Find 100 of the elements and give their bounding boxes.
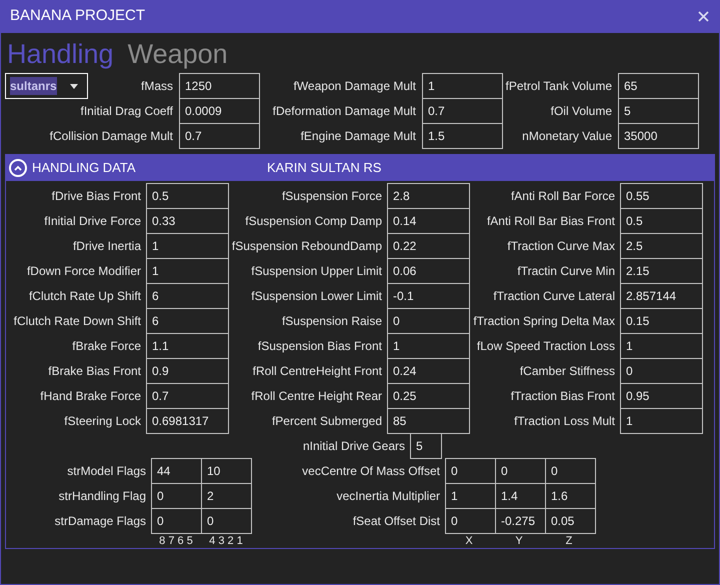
input-field[interactable]: 1.1 — [146, 333, 229, 359]
axis-label: Y — [515, 534, 523, 548]
input-field[interactable]: 0.7 — [179, 123, 260, 149]
input-field[interactable]: 0.6981317 — [146, 408, 229, 434]
field-label: fSuspension Force — [282, 188, 382, 205]
input-field[interactable]: 2.857144 — [620, 283, 703, 309]
field-label: fSuspension Comp Damp — [245, 213, 382, 230]
input-field[interactable]: 0 — [620, 358, 703, 384]
input-field[interactable]: 0.06 — [387, 258, 470, 284]
input-field[interactable]: 1 — [620, 333, 703, 359]
dropdown-arrow-icon — [70, 84, 78, 88]
input-field[interactable]: 85 — [387, 408, 470, 434]
input-field[interactable]: 0 — [201, 508, 252, 534]
input-field[interactable]: 0.24 — [387, 358, 470, 384]
field-label: fSteering Lock — [64, 413, 141, 430]
input-field[interactable]: 0.05 — [545, 508, 596, 534]
field-label: nInitial Drive Gears — [302, 438, 405, 455]
input-field[interactable]: 44 — [151, 458, 202, 484]
input-field[interactable]: 0.5 — [620, 208, 703, 234]
input-field[interactable]: 0 — [387, 308, 470, 334]
input-field[interactable]: 5 — [410, 433, 442, 459]
field-label: strHandling Flag — [58, 488, 146, 505]
field-label: fSuspension Lower Limit — [251, 288, 382, 305]
input-field[interactable]: 0.7 — [422, 98, 503, 124]
field-label: fPercent Submerged — [272, 413, 382, 430]
field-label: fSuspension Upper Limit — [251, 263, 382, 280]
input-field[interactable]: 0 — [445, 508, 496, 534]
input-field[interactable]: 0.9 — [146, 358, 229, 384]
axis-label: X — [465, 534, 473, 548]
window-title: BANANA PROJECT — [10, 6, 146, 26]
input-field[interactable]: 2.15 — [620, 258, 703, 284]
input-field[interactable]: 0.55 — [620, 183, 703, 209]
field-label: fTraction Loss Mult — [514, 413, 615, 430]
field-label: fWeapon Damage Mult — [293, 78, 416, 95]
field-label: vecCentre Of Mass Offset — [302, 463, 440, 480]
input-field[interactable]: 2.8 — [387, 183, 470, 209]
axis-label: Z — [566, 534, 572, 548]
input-field[interactable]: 0.15 — [620, 308, 703, 334]
field-label: fAnti Roll Bar Bias Front — [486, 213, 615, 230]
close-icon — [698, 11, 708, 22]
field-label: fTraction Bias Front — [510, 388, 615, 405]
vehicle-dropdown[interactable]: sultanrs — [5, 73, 88, 99]
input-field[interactable]: 1 — [387, 333, 470, 359]
field-label: fDeformation Damage Mult — [272, 103, 416, 120]
input-field[interactable]: 0.0009 — [179, 98, 260, 124]
field-label: fDrive Bias Front — [52, 188, 141, 205]
collapse-button[interactable] — [9, 159, 27, 177]
field-label: fPetrol Tank Volume — [505, 78, 612, 95]
section-title: HANDLING DATA — [32, 159, 137, 178]
input-field[interactable]: 0.25 — [387, 383, 470, 409]
input-field[interactable]: 0 — [545, 458, 596, 484]
input-field[interactable]: 10 — [201, 458, 252, 484]
input-field[interactable]: 0.14 — [387, 208, 470, 234]
field-label: fTraction Spring Delta Max — [473, 313, 615, 330]
field-label: fClutch Rate Up Shift — [28, 288, 141, 305]
field-label: fBrake Force — [72, 338, 141, 355]
field-label: fRoll Centre Height Rear — [251, 388, 382, 405]
input-field[interactable]: 1250 — [179, 73, 260, 99]
input-field[interactable]: 1 — [146, 258, 229, 284]
vehicle-name: KARIN SULTAN RS — [267, 159, 382, 178]
field-label: fSuspension Bias Front — [258, 338, 382, 355]
input-field[interactable]: 6 — [146, 308, 229, 334]
input-field[interactable]: 2.5 — [620, 233, 703, 259]
field-label: fSuspension ReboundDamp — [232, 238, 382, 255]
field-label: fLow Speed Traction Loss — [476, 338, 615, 355]
input-field[interactable]: 0.5 — [146, 183, 229, 209]
close-button[interactable] — [696, 10, 710, 24]
input-field[interactable]: -0.1 — [387, 283, 470, 309]
tab[interactable]: Weapon — [128, 38, 228, 70]
input-field[interactable]: 1.5 — [422, 123, 503, 149]
field-label: fEngine Damage Mult — [300, 128, 416, 145]
input-field[interactable]: 6 — [146, 283, 229, 309]
input-field[interactable]: 1 — [422, 73, 503, 99]
input-field[interactable]: 0 — [151, 508, 202, 534]
input-field[interactable]: 0.7 — [146, 383, 229, 409]
field-label: nMonetary Value — [522, 128, 612, 145]
axis-label: 4 3 2 1 — [209, 534, 243, 548]
input-field[interactable]: 0.22 — [387, 233, 470, 259]
field-label: strDamage Flags — [54, 513, 146, 530]
input-field[interactable]: 0.95 — [620, 383, 703, 409]
field-label: fInitial Drive Force — [44, 213, 141, 230]
input-field[interactable]: 0 — [445, 458, 496, 484]
field-label: fDrive Inertia — [72, 238, 141, 255]
field-label: fCollision Damage Mult — [50, 128, 173, 145]
input-field[interactable]: 65 — [618, 73, 699, 99]
chevron-icon — [14, 165, 22, 171]
input-field[interactable]: 1 — [146, 233, 229, 259]
field-label: fTraction Curve Lateral — [493, 288, 615, 305]
input-field[interactable]: 0.33 — [146, 208, 229, 234]
field-label: fOil Volume — [550, 103, 612, 120]
field-label: fMass — [140, 78, 173, 95]
field-label: fAnti Roll Bar Force — [510, 188, 615, 205]
input-field[interactable]: 5 — [618, 98, 699, 124]
field-label: fHand Brake Force — [40, 388, 141, 405]
field-label: fDown Force Modifier — [26, 263, 141, 280]
field-label: fCamber Stiffness — [520, 363, 615, 380]
input-field[interactable]: 35000 — [618, 123, 699, 149]
field-label: fSuspension Raise — [282, 313, 382, 330]
input-field[interactable]: 1 — [620, 408, 703, 434]
field-label: vecInertia Multiplier — [336, 488, 440, 505]
